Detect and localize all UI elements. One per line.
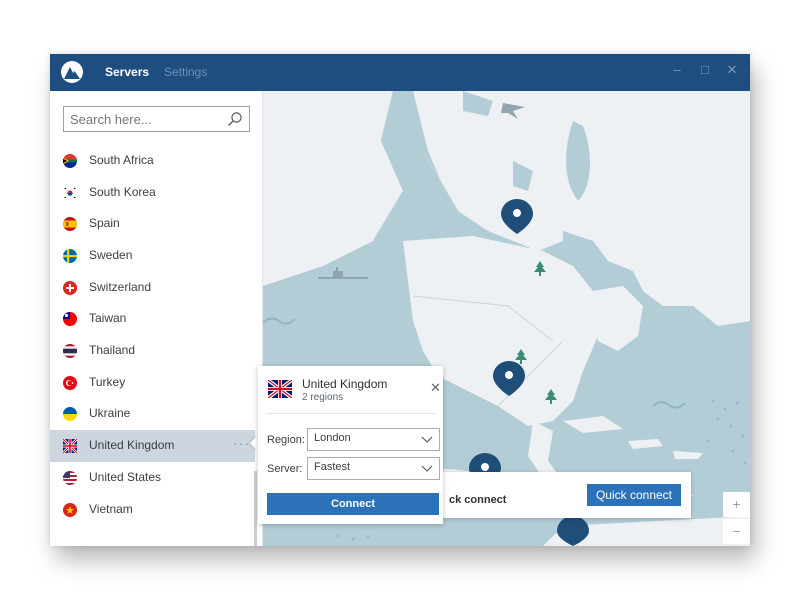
country-label: South Korea bbox=[89, 185, 156, 199]
quick-connect-label: ck connect bbox=[449, 494, 507, 506]
country-label: United States bbox=[89, 470, 162, 484]
united-kingdom-flag-icon bbox=[268, 380, 292, 398]
country-label: Sweden bbox=[89, 248, 133, 262]
region-label: Region: bbox=[267, 434, 305, 446]
close-icon[interactable]: ✕ bbox=[430, 380, 441, 396]
country-item-united-kingdom[interactable]: United Kingdom ··· bbox=[50, 430, 255, 462]
server-value: Fastest bbox=[314, 461, 351, 473]
chevron-down-icon bbox=[421, 436, 433, 443]
chevron-down-icon bbox=[421, 465, 433, 472]
taiwan-flag-icon bbox=[63, 312, 77, 326]
popup-subtitle: 2 regions bbox=[302, 392, 344, 403]
zoom-in-button[interactable]: + bbox=[723, 492, 750, 517]
switzerland-flag-icon bbox=[63, 281, 77, 295]
country-item-south-korea[interactable]: South Korea bbox=[50, 177, 255, 209]
zoom-out-button[interactable]: − bbox=[723, 519, 750, 544]
country-label: Turkey bbox=[89, 375, 126, 389]
spain-flag-icon bbox=[63, 217, 77, 231]
sweden-flag-icon bbox=[63, 249, 77, 263]
country-sidebar: South Africa South Korea Spain Sweden Sw… bbox=[50, 91, 263, 546]
united-states-flag-icon bbox=[63, 471, 77, 485]
search-box[interactable] bbox=[63, 106, 250, 132]
south-africa-flag-icon bbox=[63, 154, 77, 168]
region-select[interactable]: London bbox=[307, 428, 440, 451]
connect-button[interactable]: Connect bbox=[267, 493, 439, 515]
country-item-turkey[interactable]: Turkey bbox=[50, 367, 255, 399]
tab-settings[interactable]: Settings bbox=[164, 65, 207, 79]
maximize-icon[interactable]: □ bbox=[695, 62, 715, 77]
country-label: Spain bbox=[89, 216, 120, 230]
server-select[interactable]: Fastest bbox=[307, 457, 440, 480]
country-label: Switzerland bbox=[89, 280, 152, 294]
country-item-switzerland[interactable]: Switzerland bbox=[50, 272, 255, 304]
united-kingdom-flag-icon bbox=[63, 439, 77, 453]
country-item-south-africa[interactable]: South Africa bbox=[50, 145, 255, 177]
search-input[interactable] bbox=[70, 110, 220, 128]
popup-title: United Kingdom bbox=[302, 377, 388, 391]
more-options-icon[interactable]: ··· bbox=[233, 435, 250, 451]
thailand-flag-icon bbox=[63, 344, 77, 358]
quick-connect-button[interactable]: Quick connect bbox=[587, 484, 681, 506]
close-icon[interactable]: ✕ bbox=[722, 62, 742, 78]
country-label: Taiwan bbox=[89, 311, 127, 325]
ukraine-flag-icon bbox=[63, 407, 77, 421]
country-label: Thailand bbox=[89, 343, 136, 357]
country-item-united-states[interactable]: United States bbox=[50, 462, 255, 494]
country-item-taiwan[interactable]: Taiwan bbox=[50, 303, 255, 335]
country-item-sweden[interactable]: Sweden bbox=[50, 240, 255, 272]
search-icon[interactable] bbox=[227, 111, 243, 127]
country-item-vietnam[interactable]: Vietnam bbox=[50, 494, 255, 526]
tab-servers[interactable]: Servers bbox=[105, 65, 149, 79]
app-logo-icon bbox=[61, 61, 83, 83]
country-popup: United Kingdom 2 regions ✕ Region: Londo… bbox=[258, 366, 443, 524]
south-korea-flag-icon bbox=[63, 186, 77, 200]
minimize-icon[interactable]: – bbox=[667, 62, 687, 77]
region-value: London bbox=[314, 432, 351, 444]
country-label: Vietnam bbox=[89, 502, 133, 516]
country-item-spain[interactable]: Spain bbox=[50, 208, 255, 240]
server-label: Server: bbox=[267, 463, 303, 475]
country-item-ukraine[interactable]: Ukraine bbox=[50, 398, 255, 430]
country-label: South Africa bbox=[89, 153, 154, 167]
title-bar: Servers Settings – □ ✕ bbox=[50, 54, 750, 91]
vietnam-flag-icon bbox=[63, 503, 77, 517]
turkey-flag-icon bbox=[63, 376, 77, 390]
country-label: Ukraine bbox=[89, 406, 131, 420]
country-item-thailand[interactable]: Thailand bbox=[50, 335, 255, 367]
sidebar-scrollbar[interactable] bbox=[254, 471, 257, 546]
divider bbox=[266, 413, 436, 414]
country-label: United Kingdom bbox=[89, 438, 175, 452]
quick-connect-panel: ck connect Quick connect bbox=[443, 472, 691, 518]
app-window: Servers Settings – □ ✕ South Africa Sout… bbox=[50, 54, 750, 546]
